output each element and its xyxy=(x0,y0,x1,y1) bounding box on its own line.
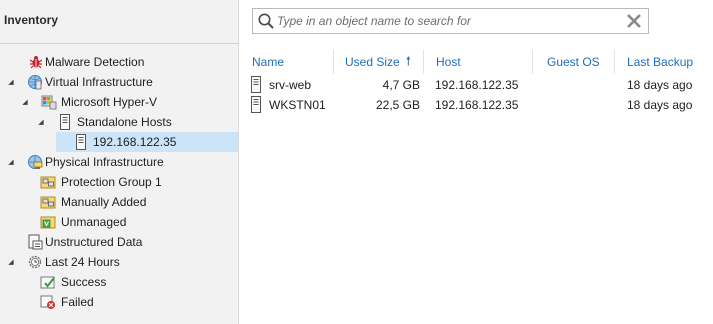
cell-last-backup: 18 days ago xyxy=(627,78,693,92)
hyperv-icon xyxy=(41,94,57,110)
search-input[interactable] xyxy=(277,11,617,31)
search-box[interactable] xyxy=(252,8,649,34)
tree-item-label: Physical Infrastructure xyxy=(45,155,164,169)
unmanaged-group-icon xyxy=(40,214,56,230)
success-check-icon xyxy=(40,274,56,290)
table-row[interactable]: srv-web 4,7 GB 192.168.122.35 18 days ag… xyxy=(246,75,713,95)
tree-item-label: 192.168.122.35 xyxy=(93,135,177,149)
collapse-triangle-icon[interactable]: ◢ xyxy=(6,257,16,267)
column-separator[interactable] xyxy=(614,50,615,74)
column-separator[interactable] xyxy=(423,50,424,74)
globe-computers-icon xyxy=(27,154,43,170)
column-header-host[interactable]: Host xyxy=(436,52,461,72)
cell-name: srv-web xyxy=(269,78,312,92)
tree-item-label: Malware Detection xyxy=(45,55,145,69)
tree-item-microsoft-hyper-v[interactable]: ◢ Microsoft Hyper-V xyxy=(0,92,238,112)
failed-x-icon xyxy=(40,294,56,310)
server-icon xyxy=(73,134,89,150)
tree-item-label: Last 24 Hours xyxy=(45,255,120,269)
tree-item-malware-detection[interactable]: Malware Detection xyxy=(0,52,238,72)
tree-item-label: Unmanaged xyxy=(61,215,127,229)
clear-search-button[interactable] xyxy=(624,12,644,30)
tree-item-physical-infrastructure[interactable]: ◢ Physical Infrastructure xyxy=(0,152,238,172)
tree-item-host-192-168-122-35[interactable]: 192.168.122.35 xyxy=(56,132,238,152)
column-header-label: Used Size xyxy=(345,55,400,69)
column-header-last-backup[interactable]: Last Backup xyxy=(627,52,693,72)
column-separator[interactable] xyxy=(333,50,334,74)
cell-used-size: 4,7 GB xyxy=(382,78,420,92)
inventory-tree: Malware Detection ◢ Virtual Infrastructu… xyxy=(0,52,238,312)
cell-host: 192.168.122.35 xyxy=(435,78,519,92)
inventory-title: Inventory xyxy=(4,13,59,27)
tree-item-label: Success xyxy=(61,275,107,289)
column-header-name[interactable]: Name xyxy=(252,52,284,72)
globe-servers-icon xyxy=(27,74,43,90)
cell-name: WKSTN01 xyxy=(269,98,326,112)
bug-icon xyxy=(28,54,44,70)
tree-item-label: Virtual Infrastructure xyxy=(45,75,153,89)
collapse-triangle-icon[interactable]: ◢ xyxy=(20,97,30,107)
tree-item-label: Unstructured Data xyxy=(45,235,143,249)
sort-ascending-icon: 🠕 xyxy=(405,53,411,68)
storage-icon xyxy=(27,234,43,250)
tree-item-label: Failed xyxy=(61,295,94,309)
tree-item-last-24-hours[interactable]: ◢ Last 24 Hours xyxy=(0,252,238,272)
tree-item-failed[interactable]: Failed xyxy=(0,292,238,312)
tree-item-success[interactable]: Success xyxy=(0,272,238,292)
inventory-header: Inventory xyxy=(0,0,238,44)
column-header-guest-os[interactable]: Guest OS xyxy=(547,52,600,72)
tree-item-unmanaged[interactable]: Unmanaged xyxy=(0,212,238,232)
tree-item-virtual-infrastructure[interactable]: ◢ Virtual Infrastructure xyxy=(0,72,238,92)
tree-item-manually-added[interactable]: Manually Added xyxy=(0,192,238,212)
server-icon xyxy=(57,114,73,130)
tree-item-label: Microsoft Hyper-V xyxy=(61,95,158,109)
protection-group-icon xyxy=(40,194,56,210)
cell-used-size: 22,5 GB xyxy=(375,98,420,112)
collapse-triangle-icon[interactable]: ◢ xyxy=(6,77,16,87)
gear-clock-icon xyxy=(27,254,43,270)
collapse-triangle-icon[interactable]: ◢ xyxy=(36,117,46,127)
cell-host: 192.168.122.35 xyxy=(435,98,519,112)
collapse-triangle-icon[interactable]: ◢ xyxy=(6,157,16,167)
inventory-pane: Inventory Malware Detection ◢ Virtual In… xyxy=(0,0,239,324)
tree-item-protection-group-1[interactable]: Protection Group 1 xyxy=(0,172,238,192)
tree-item-label: Standalone Hosts xyxy=(77,115,172,129)
protection-group-icon xyxy=(40,174,56,190)
column-header-used-size[interactable]: Used Size 🠕 xyxy=(345,52,411,72)
tree-item-label: Manually Added xyxy=(61,195,147,209)
close-icon xyxy=(627,14,641,28)
search-icon xyxy=(257,12,275,30)
server-icon xyxy=(250,96,262,113)
column-separator[interactable] xyxy=(532,50,533,74)
cell-last-backup: 18 days ago xyxy=(627,98,693,112)
tree-item-label: Protection Group 1 xyxy=(61,175,162,189)
server-icon xyxy=(250,76,262,93)
table-row[interactable]: WKSTN01 22,5 GB 192.168.122.35 18 days a… xyxy=(246,95,713,115)
tree-item-standalone-hosts[interactable]: ◢ Standalone Hosts xyxy=(0,112,238,132)
tree-item-unstructured-data[interactable]: Unstructured Data xyxy=(0,232,238,252)
